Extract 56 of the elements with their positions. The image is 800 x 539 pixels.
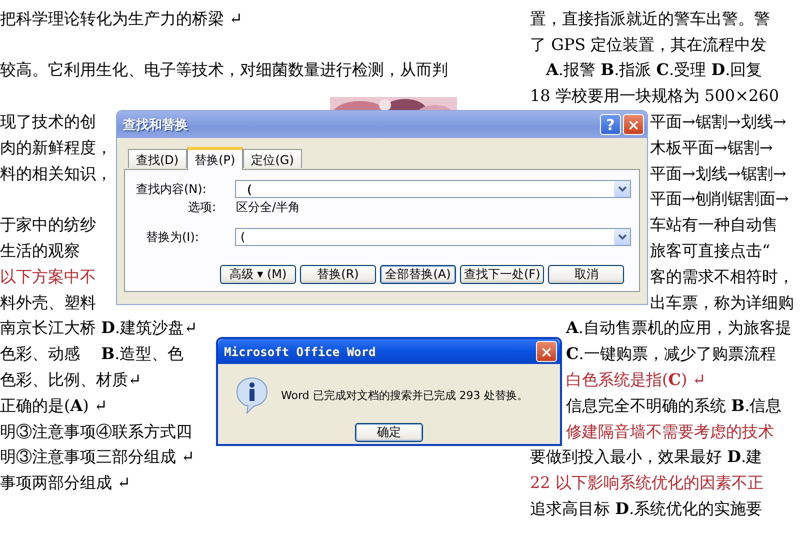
message-text: Word 已完成对文档的搜索并已完成 293 处替换。 xyxy=(281,388,528,402)
document-line: A.自动售票机的应用，为旅客提 xyxy=(566,318,792,338)
document-line: C.一键购票，减少了购票流程 xyxy=(566,344,776,364)
tab[interactable]: 替换(P) xyxy=(186,147,244,170)
find-field[interactable]: （ xyxy=(235,180,631,198)
document-line: 信息完全不明确的系统 B.信息 xyxy=(566,396,782,416)
document-line: 修建隔音墙不需要考虑的技术 xyxy=(566,422,774,442)
tab[interactable]: 查找(D) xyxy=(128,149,187,168)
document-line: 把科学理论转化为生产力的桥梁 ↵ xyxy=(0,8,242,29)
dialog-title: 查找和替换 xyxy=(123,116,188,134)
document-line: 置，直接指派就近的警车出警。警 xyxy=(530,8,770,29)
close-button[interactable]: × xyxy=(536,341,557,362)
document-line: 22 以下影响系统优化的因素不正 xyxy=(530,473,764,494)
document-line: 色彩、动感 B.造型、色 xyxy=(0,344,184,364)
dialog-button[interactable]: 查找下一处(F) xyxy=(460,265,544,284)
ok-button[interactable]: 确定 xyxy=(355,423,423,442)
document-line: 18 学校要用一块规格为 500×260 xyxy=(530,86,780,106)
document-line: 明③注意事项三部分组成 ↵ xyxy=(0,447,194,468)
document-line: 白色系统是指(C) ↵ xyxy=(566,370,706,390)
document-line: 追求高目标 D.系统优化的实施要 xyxy=(530,499,762,520)
options-value: 区分全/半角 xyxy=(236,199,300,216)
field-label: 替换为(I): xyxy=(145,228,200,246)
document-line: 要做到投入最小，效果最好 D.建 xyxy=(530,447,762,468)
document-line: 色彩、比例、材质↵ xyxy=(0,370,142,390)
info-icon xyxy=(235,376,269,414)
document-line: 客的需求不相符时， xyxy=(650,266,794,287)
document-line: 平面→刨削锯割面→ xyxy=(650,189,789,210)
dialog-button[interactable]: 高级 ▾ (M) xyxy=(220,265,296,284)
document-line: 现了技术的创 xyxy=(0,112,96,132)
document-line: 旅客可直接点击“ xyxy=(650,241,770,262)
document-line: 料的相关知识， xyxy=(0,164,112,184)
document-line: 料外壳、塑料 xyxy=(0,292,96,313)
document-line: 于家中的纺纱 xyxy=(0,215,96,236)
document-line: 车站有一种自动售 xyxy=(650,215,778,236)
document-line: 木板平面→锯割→ xyxy=(650,138,773,158)
options-label: 选项: xyxy=(187,199,218,216)
document-line: 了 GPS 定位装置，其在流程中发 xyxy=(530,34,767,55)
document-line: 南京长江大桥 D.建筑沙盘↵ xyxy=(0,318,198,338)
dialog-title: Microsoft Office Word xyxy=(224,344,376,358)
tab[interactable]: 定位(G) xyxy=(243,149,302,168)
document-line: 较高。它利用生化、电子等技术，对细菌数量进行检测，从而判 xyxy=(0,60,448,80)
dialog-button[interactable]: 取消 xyxy=(548,265,624,284)
document-line: 以下方案中不 xyxy=(0,266,96,287)
document-line: 明③注意事项④联系方式四 xyxy=(0,422,192,442)
document-line: 肉的新鲜程度， xyxy=(0,138,112,158)
document-line: 平面→锯割→划线→ xyxy=(650,112,786,132)
document-line: 出车票，称为详细购 xyxy=(650,292,794,313)
field-label: 查找内容(N): xyxy=(136,180,208,198)
dialog-button[interactable]: 替换(R) xyxy=(300,265,376,284)
replace-field[interactable]: ( xyxy=(235,228,631,246)
document-line: A.报警 B.指派 C.受理 D.回复 xyxy=(544,60,762,80)
dialog-button[interactable]: 全部替换(A) xyxy=(380,265,456,284)
document-line: 正确的是(A) ↵ xyxy=(0,396,108,416)
document-line: 生活的观察 xyxy=(0,241,80,262)
document-line: 平面→划线→锯割→ xyxy=(650,164,786,184)
document-line: 事项两部分组成 ↵ xyxy=(0,473,130,494)
